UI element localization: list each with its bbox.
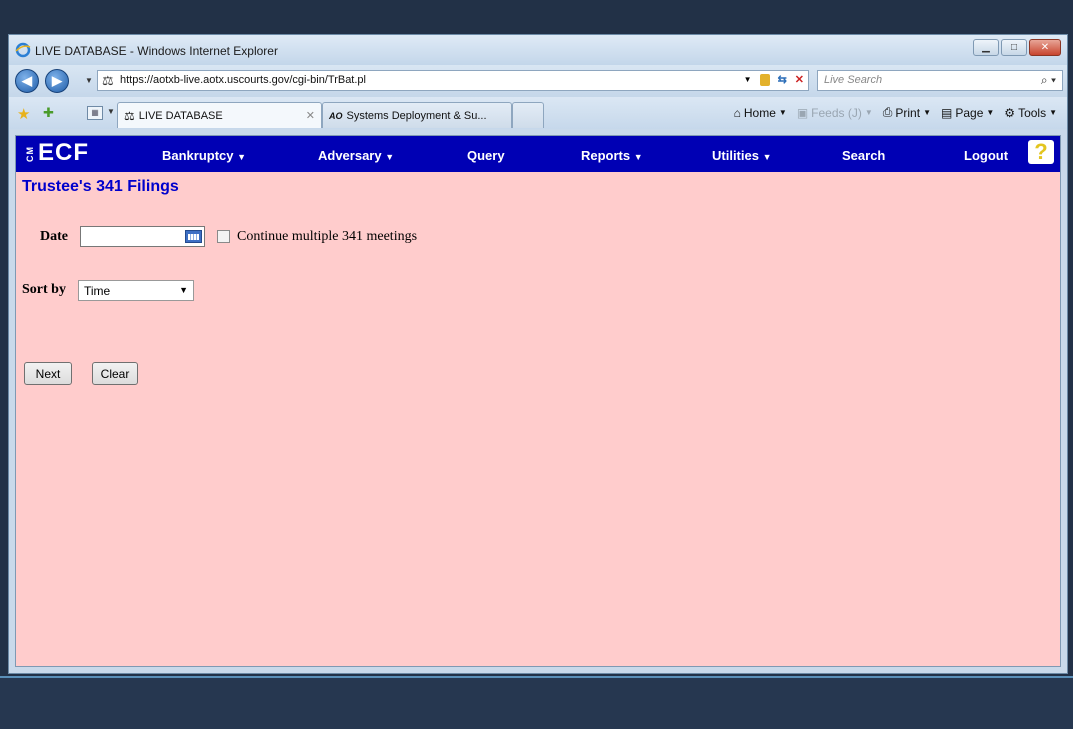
url-dropdown-icon[interactable]: ▼ bbox=[744, 75, 752, 84]
gear-icon: ⚙ bbox=[1004, 105, 1016, 120]
menu-query[interactable]: Query bbox=[467, 148, 505, 163]
calendar-icon[interactable] bbox=[185, 230, 202, 243]
ecf-logo[interactable]: CM ECF bbox=[22, 139, 89, 167]
close-tab-icon[interactable]: ✕ bbox=[306, 109, 315, 122]
new-tab-button[interactable] bbox=[512, 102, 544, 128]
menu-utilities[interactable]: Utilities ▼ bbox=[712, 148, 772, 163]
lock-icon[interactable] bbox=[759, 73, 770, 86]
scales-icon: ⚖ bbox=[124, 108, 135, 123]
tab-label: Systems Deployment & Su... bbox=[346, 109, 487, 122]
close-window-button[interactable]: ✕ bbox=[1029, 39, 1061, 56]
site-favicon-icon: ⚖ bbox=[102, 73, 114, 88]
favorites-star-icon[interactable]: ★ bbox=[17, 105, 30, 123]
menu-reports[interactable]: Reports ▼ bbox=[581, 148, 643, 163]
back-arrow-icon: ◀ bbox=[22, 73, 32, 88]
url-text: https://aotxb-live.aotx.uscourts.gov/cgi… bbox=[120, 74, 366, 86]
ao-logo-icon: AO bbox=[329, 110, 343, 121]
next-button[interactable]: Next bbox=[24, 362, 72, 385]
help-icon[interactable]: ? bbox=[1028, 140, 1054, 164]
tab-label: LIVE DATABASE bbox=[138, 109, 223, 122]
printer-icon: ⎙ bbox=[882, 105, 893, 119]
url-actions: ▼ ⇆ ✕ bbox=[744, 73, 804, 86]
search-placeholder: Live Search bbox=[824, 74, 883, 86]
continue-meetings-label: Continue multiple 341 meetings bbox=[237, 229, 418, 244]
quick-tabs-icon[interactable]: ▦ bbox=[87, 106, 103, 120]
page-title: Trustee's 341 Filings bbox=[22, 178, 179, 195]
search-icon[interactable]: ⌕ ▾ bbox=[1041, 73, 1056, 88]
tab-bar: ★ ✚ ▦ ▼ ⚖ LIVE DATABASE ✕ AO Systems Dep… bbox=[9, 97, 1067, 129]
history-dropdown-icon[interactable]: ▼ bbox=[85, 76, 93, 85]
slide-top-band bbox=[0, 0, 1073, 34]
forward-button[interactable]: ▶ bbox=[45, 69, 69, 93]
menu-logout[interactable]: Logout bbox=[964, 148, 1008, 163]
tab-live-database[interactable]: ⚖ LIVE DATABASE ✕ bbox=[117, 102, 322, 128]
url-field[interactable]: ⚖ https://aotxb-live.aotx.uscourts.gov/c… bbox=[97, 70, 809, 91]
clear-button[interactable]: Clear bbox=[92, 362, 138, 385]
page-menu[interactable]: ▤ Page ▼ bbox=[941, 106, 994, 120]
menu-adversary[interactable]: Adversary ▼ bbox=[318, 148, 394, 163]
refresh-icon[interactable]: ⇆ bbox=[778, 73, 787, 86]
back-button[interactable]: ◀ bbox=[15, 69, 39, 93]
ecf-menu-bar: CM ECF Bankruptcy ▼ Adversary ▼ Query Rep… bbox=[16, 136, 1060, 172]
sort-by-select[interactable]: Time ▼ bbox=[78, 280, 194, 301]
command-bar: ⌂ Home ▼ ▣ Feeds (J) ▼ ⎙ Print ▼ ▤ Page ▼ ⚙ Tools… bbox=[734, 105, 1057, 120]
minimize-button[interactable]: ▁ bbox=[973, 39, 999, 56]
home-button[interactable]: ⌂ Home ▼ bbox=[734, 106, 787, 120]
tab-systems-deployment[interactable]: AO Systems Deployment & Su... bbox=[322, 102, 512, 128]
cm-logo-prefix: CM bbox=[25, 145, 35, 162]
chevron-down-icon: ▼ bbox=[179, 285, 188, 295]
chevron-down-icon: ▼ bbox=[237, 152, 247, 162]
page-icon: ▤ bbox=[941, 105, 953, 120]
home-icon: ⌂ bbox=[733, 105, 741, 120]
live-search-input[interactable]: Live Search ⌕ ▾ bbox=[817, 70, 1063, 91]
forward-arrow-icon: ▶ bbox=[52, 73, 62, 88]
date-input[interactable] bbox=[80, 226, 205, 247]
menu-bankruptcy[interactable]: Bankruptcy ▼ bbox=[162, 148, 246, 163]
chevron-down-icon: ▼ bbox=[633, 152, 643, 162]
print-button[interactable]: ⎙ Print ▼ bbox=[883, 105, 931, 120]
sort-by-value: Time bbox=[84, 284, 111, 298]
internet-explorer-icon bbox=[15, 42, 31, 58]
window-title: LIVE DATABASE - Windows Internet Explore… bbox=[35, 44, 278, 58]
continue-meetings-checkbox[interactable] bbox=[217, 230, 230, 243]
browser-window: LIVE DATABASE - Windows Internet Explore… bbox=[8, 34, 1068, 674]
sort-by-label: Sort by bbox=[22, 282, 66, 297]
feeds-icon: ▣ bbox=[796, 105, 809, 120]
chevron-down-icon: ▼ bbox=[762, 152, 772, 162]
window-controls: ▁ □ ✕ bbox=[973, 39, 1061, 56]
date-label: Date bbox=[40, 229, 68, 244]
add-favorites-icon[interactable]: ✚ bbox=[43, 105, 54, 121]
feeds-button[interactable]: ▣ Feeds (J) ▼ bbox=[797, 106, 873, 120]
address-bar: ◀ ▶ ▼ ⚖ https://aotxb-live.aotx.uscourts… bbox=[9, 65, 1067, 97]
maximize-button[interactable]: □ bbox=[1001, 39, 1027, 56]
tools-menu[interactable]: ⚙ Tools ▼ bbox=[1004, 106, 1057, 120]
chevron-down-icon: ▼ bbox=[385, 152, 395, 162]
tab-list-dropdown-icon[interactable]: ▼ bbox=[107, 107, 115, 116]
slide-bottom-band bbox=[0, 676, 1073, 729]
menu-search[interactable]: Search bbox=[842, 148, 885, 163]
page-content: CM ECF Bankruptcy ▼ Adversary ▼ Query Rep… bbox=[15, 135, 1061, 667]
stop-icon[interactable]: ✕ bbox=[795, 73, 804, 86]
title-bar: LIVE DATABASE - Windows Internet Explore… bbox=[9, 35, 1067, 65]
